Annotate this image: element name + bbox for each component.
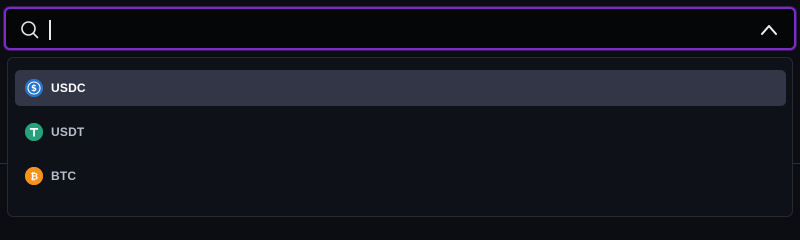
option-label: BTC xyxy=(51,169,77,183)
token-search-box[interactable] xyxy=(4,7,796,50)
option-btc[interactable]: ₿ BTC xyxy=(15,158,786,194)
chevron-up-icon[interactable] xyxy=(760,22,778,38)
divider-right xyxy=(792,163,800,164)
text-cursor xyxy=(49,20,51,40)
token-dropdown-list: $ USDC USDT ₿ BTC xyxy=(7,57,793,217)
usdc-icon: $ xyxy=(25,79,43,97)
btc-icon: ₿ xyxy=(25,167,43,185)
search-input[interactable] xyxy=(46,17,726,43)
token-select-stage: $ USDC USDT ₿ BTC xyxy=(0,0,800,217)
option-usdc[interactable]: $ USDC xyxy=(15,70,786,106)
option-label: USDT xyxy=(51,125,85,139)
option-label: USDC xyxy=(51,81,86,95)
usdt-icon xyxy=(25,123,43,141)
svg-text:₿: ₿ xyxy=(30,172,38,183)
svg-text:$: $ xyxy=(31,84,37,94)
search-icon xyxy=(21,21,39,39)
option-usdt[interactable]: USDT xyxy=(15,114,786,150)
